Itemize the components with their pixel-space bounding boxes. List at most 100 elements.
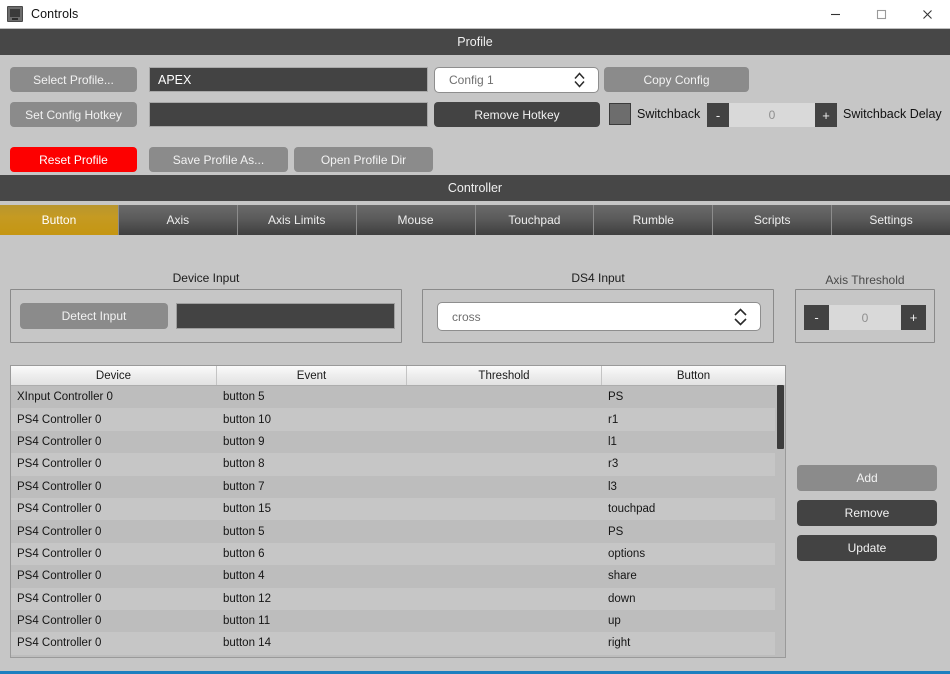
cell-event: button 4 xyxy=(223,570,265,583)
column-header-threshold[interactable]: Threshold xyxy=(407,366,602,385)
tab-axis[interactable]: Axis xyxy=(118,205,238,235)
table-scrollbar-thumb[interactable] xyxy=(777,385,784,449)
ds4-input-label: DS4 Input xyxy=(571,271,625,285)
table-row[interactable]: PS4 Controller 0 button 6 options xyxy=(11,542,785,566)
chevron-updown-icon[interactable] xyxy=(733,306,748,327)
controller-tab-bar: Button Axis Axis Limits Mouse Touchpad R… xyxy=(0,205,950,235)
cell-event: button 8 xyxy=(223,458,265,471)
column-header-device[interactable]: Device xyxy=(11,366,217,385)
cell-device: PS4 Controller 0 xyxy=(17,637,102,650)
switchback-checkbox[interactable] xyxy=(609,103,631,125)
device-input-label: Device Input xyxy=(172,271,240,285)
tab-settings[interactable]: Settings xyxy=(832,205,950,235)
open-profile-dir-button[interactable]: Open Profile Dir xyxy=(294,147,433,172)
table-row[interactable]: PS4 Controller 0 button 15 touchpad xyxy=(11,497,785,521)
axis-threshold-value[interactable]: 0 xyxy=(829,305,901,330)
switchback-delay-decrement[interactable]: - xyxy=(707,103,729,127)
cell-event: button 5 xyxy=(223,391,265,404)
update-button[interactable]: Update xyxy=(797,535,937,561)
cell-device: PS4 Controller 0 xyxy=(17,570,102,583)
controller-icon xyxy=(7,6,23,22)
table-row[interactable]: PS4 Controller 0 button 10 r1 xyxy=(11,408,785,431)
profile-name-field[interactable]: APEX xyxy=(149,67,428,92)
controller-section-title: Controller xyxy=(447,181,503,195)
title-bar: Controls xyxy=(0,0,950,29)
switchback-delay-increment[interactable]: + xyxy=(815,103,837,127)
chevron-updown-icon[interactable] xyxy=(573,71,586,89)
add-button[interactable]: Add xyxy=(797,465,937,491)
cell-event: button 10 xyxy=(223,413,271,426)
config-select-value: Config 1 xyxy=(449,73,494,87)
axis-threshold-increment[interactable]: + xyxy=(901,305,926,330)
column-header-event[interactable]: Event xyxy=(217,366,407,385)
reset-profile-button[interactable]: Reset Profile xyxy=(10,147,137,172)
profile-section-header: Profile xyxy=(0,29,950,55)
detect-input-button[interactable]: Detect Input xyxy=(20,303,168,329)
device-input-group: Detect Input xyxy=(10,289,402,343)
cell-button: touchpad xyxy=(608,503,656,516)
tab-rumble[interactable]: Rumble xyxy=(594,205,714,235)
ds4-input-value: cross xyxy=(452,309,481,324)
hotkey-field[interactable] xyxy=(149,102,428,127)
cell-event: button 11 xyxy=(223,615,271,628)
table-row[interactable]: PS4 Controller 0 button 11 up xyxy=(11,609,785,633)
cell-event: button 7 xyxy=(223,480,265,493)
cell-button: share xyxy=(608,570,637,583)
cell-event: button 15 xyxy=(223,503,271,516)
cell-event: button 9 xyxy=(223,435,265,448)
table-row[interactable]: PS4 Controller 0 button 4 share xyxy=(11,565,785,588)
tab-button[interactable]: Button xyxy=(0,205,119,235)
cell-device: PS4 Controller 0 xyxy=(17,592,102,605)
tab-touchpad[interactable]: Touchpad xyxy=(475,205,595,235)
config-select[interactable]: Config 1 xyxy=(434,67,599,93)
cell-event: button 14 xyxy=(223,637,271,650)
cell-device: PS4 Controller 0 xyxy=(17,480,102,493)
maximize-button[interactable] xyxy=(858,0,904,28)
table-row[interactable]: PS4 Controller 0 button 14 right xyxy=(11,632,785,655)
device-input-field[interactable] xyxy=(176,303,395,329)
tab-scripts[interactable]: Scripts xyxy=(713,205,833,235)
controls-window: Controls Profile Select Profile... APEX … xyxy=(0,0,950,674)
cell-button: right xyxy=(608,637,631,650)
remove-button[interactable]: Remove xyxy=(797,500,937,526)
cell-button: up xyxy=(608,615,621,628)
remove-hotkey-button[interactable]: Remove Hotkey xyxy=(434,102,600,127)
cell-event: button 6 xyxy=(223,547,265,560)
axis-threshold-group: - 0 + xyxy=(795,289,935,343)
save-profile-as-button[interactable]: Save Profile As... xyxy=(149,147,288,172)
close-button[interactable] xyxy=(904,0,950,28)
set-config-hotkey-button[interactable]: Set Config Hotkey xyxy=(10,102,137,127)
copy-config-button[interactable]: Copy Config xyxy=(604,67,749,92)
ds4-input-group: cross xyxy=(422,289,774,343)
cell-device: PS4 Controller 0 xyxy=(17,525,102,538)
table-row[interactable]: PS4 Controller 0 button 7 l3 xyxy=(11,475,785,498)
tab-mouse[interactable]: Mouse xyxy=(356,205,476,235)
switchback-delay-label: Switchback Delay xyxy=(843,107,942,121)
cell-device: PS4 Controller 0 xyxy=(17,547,102,560)
bindings-table: Device Event Threshold Button XInput Con… xyxy=(10,365,786,658)
cell-device: PS4 Controller 0 xyxy=(17,435,102,448)
table-row[interactable]: PS4 Controller 0 button 5 PS xyxy=(11,520,785,543)
axis-threshold-decrement[interactable]: - xyxy=(804,305,829,330)
table-row[interactable]: XInput Controller 0 button 5 PS xyxy=(11,386,785,409)
table-scrollbar[interactable] xyxy=(775,385,785,657)
profile-panel: Select Profile... APEX Config 1 Copy Con… xyxy=(0,55,950,175)
cell-event: button 5 xyxy=(223,525,265,538)
controller-section-header: Controller xyxy=(0,175,950,201)
switchback-delay-value[interactable]: 0 xyxy=(729,103,815,127)
profile-name-value: APEX xyxy=(158,72,192,87)
switchback-label: Switchback xyxy=(637,107,701,121)
minimize-button[interactable] xyxy=(812,0,858,28)
column-header-button[interactable]: Button xyxy=(602,366,785,385)
ds4-input-select[interactable]: cross xyxy=(437,302,761,331)
tab-axis-limits[interactable]: Axis Limits xyxy=(237,205,357,235)
cell-event: button 12 xyxy=(223,592,271,605)
cell-device: PS4 Controller 0 xyxy=(17,413,102,426)
cell-device: PS4 Controller 0 xyxy=(17,615,102,628)
table-row[interactable]: PS4 Controller 0 button 9 l1 xyxy=(11,430,785,454)
table-row[interactable]: PS4 Controller 0 button 12 down xyxy=(11,587,785,610)
select-profile-button[interactable]: Select Profile... xyxy=(10,67,137,92)
table-row[interactable]: PS4 Controller 0 button 8 r3 xyxy=(11,453,785,476)
cell-button: l3 xyxy=(608,480,617,493)
axis-threshold-label: Axis Threshold xyxy=(825,273,905,287)
